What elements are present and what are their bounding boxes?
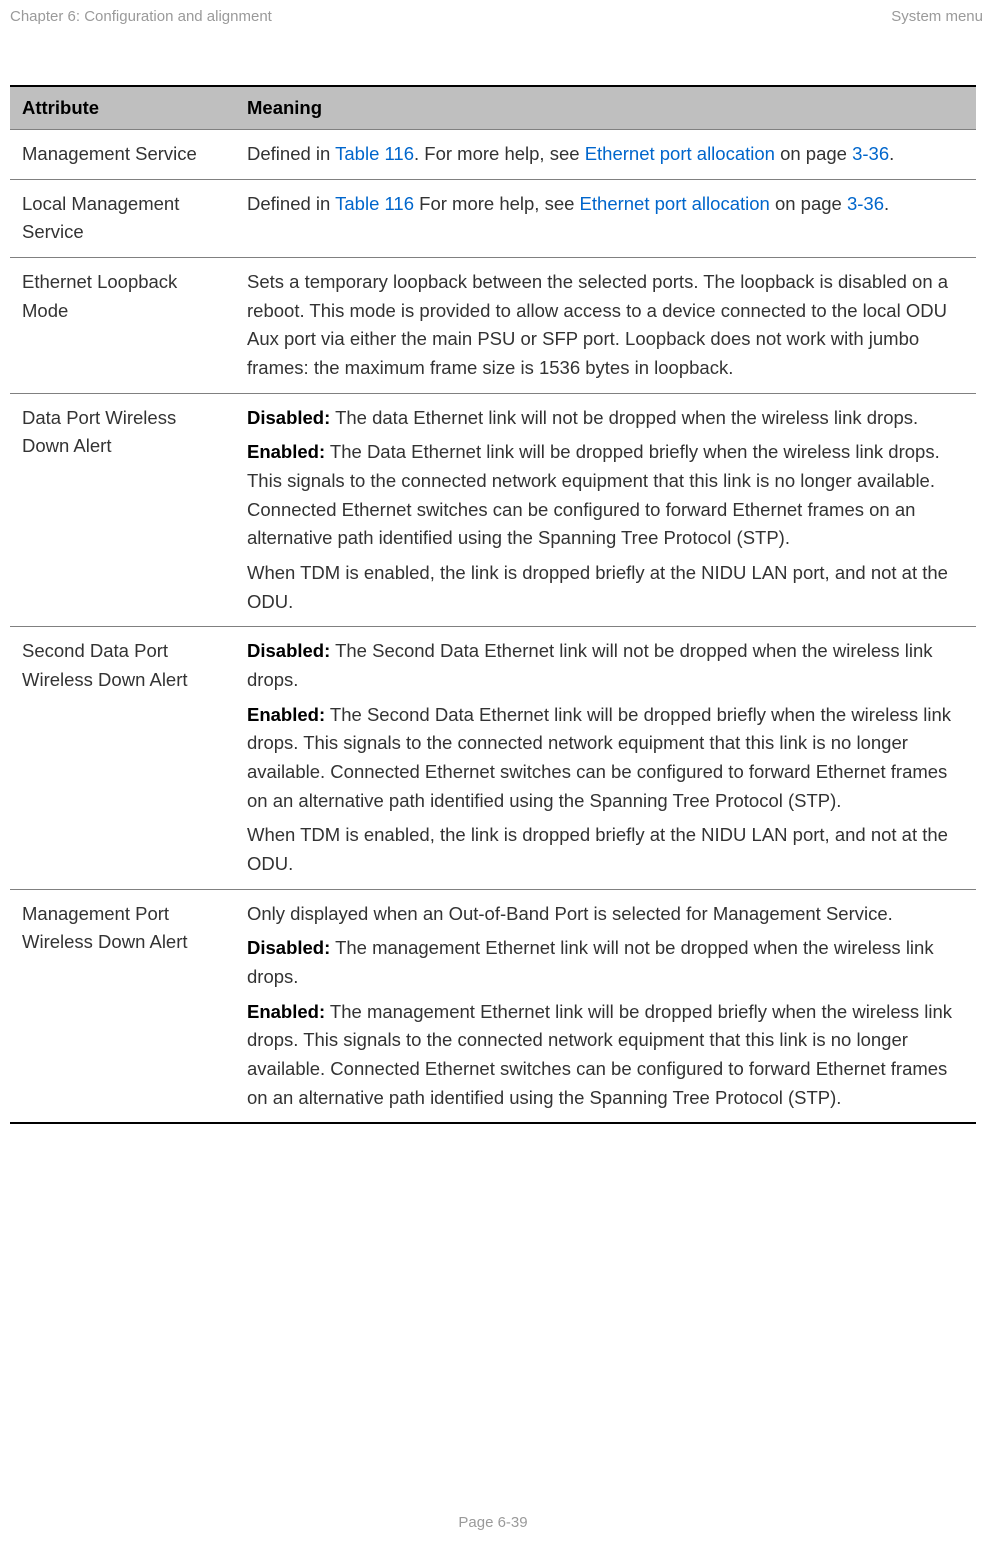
text: . (884, 193, 889, 214)
text: Defined in (247, 143, 335, 164)
table-row: Management Port Wireless Down Alert Only… (10, 889, 976, 1123)
link-ethernet-port-allocation[interactable]: Ethernet port allocation (580, 193, 770, 214)
header-left: Chapter 6: Configuration and alignment (10, 8, 272, 25)
table-row: Second Data Port Wireless Down Alert Dis… (10, 627, 976, 889)
text: . (889, 143, 894, 164)
text: The Second Data Ethernet link will not b… (247, 640, 933, 690)
cell-attribute: Ethernet Loopback Mode (10, 258, 235, 394)
text: Defined in (247, 193, 335, 214)
bold-label: Enabled: (247, 1001, 325, 1022)
paragraph: Sets a temporary loopback between the se… (247, 268, 966, 383)
cell-meaning: Only displayed when an Out-of-Band Port … (235, 889, 976, 1123)
link-table-116[interactable]: Table 116 (335, 193, 414, 214)
table-row: Ethernet Loopback Mode Sets a temporary … (10, 258, 976, 394)
cell-attribute: Second Data Port Wireless Down Alert (10, 627, 235, 889)
paragraph: Disabled: The management Ethernet link w… (247, 934, 966, 991)
header-attribute: Attribute (10, 86, 235, 130)
link-page-3-36[interactable]: 3-36 (852, 143, 889, 164)
text: on page (770, 193, 847, 214)
text: For more help, see (414, 193, 580, 214)
bold-label: Enabled: (247, 441, 325, 462)
bold-label: Disabled: (247, 640, 330, 661)
text: . For more help, see (414, 143, 585, 164)
paragraph: Enabled: The management Ethernet link wi… (247, 998, 966, 1113)
cell-attribute: Data Port Wireless Down Alert (10, 393, 235, 627)
content-area: Attribute Meaning Management Service Def… (0, 25, 986, 1124)
attribute-table: Attribute Meaning Management Service Def… (10, 85, 976, 1124)
header-right: System menu (891, 8, 983, 25)
page-header: Chapter 6: Configuration and alignment S… (0, 0, 986, 25)
paragraph: Disabled: The data Ethernet link will no… (247, 404, 966, 433)
text: on page (775, 143, 852, 164)
paragraph: Enabled: The Second Data Ethernet link w… (247, 701, 966, 816)
text: The data Ethernet link will not be dropp… (330, 407, 918, 428)
page-footer: Page 6-39 (0, 1514, 986, 1531)
text: The Second Data Ethernet link will be dr… (247, 704, 951, 811)
cell-meaning: Defined in Table 116. For more help, see… (235, 130, 976, 180)
cell-meaning: Defined in Table 116 For more help, see … (235, 179, 976, 257)
bold-label: Enabled: (247, 704, 325, 725)
cell-meaning: Sets a temporary loopback between the se… (235, 258, 976, 394)
table-row: Data Port Wireless Down Alert Disabled: … (10, 393, 976, 627)
text: The Data Ethernet link will be dropped b… (247, 441, 940, 548)
cell-attribute: Management Service (10, 130, 235, 180)
bold-label: Disabled: (247, 937, 330, 958)
cell-meaning: Disabled: The data Ethernet link will no… (235, 393, 976, 627)
table-row: Local Management Service Defined in Tabl… (10, 179, 976, 257)
bold-label: Disabled: (247, 407, 330, 428)
cell-attribute: Management Port Wireless Down Alert (10, 889, 235, 1123)
paragraph: Disabled: The Second Data Ethernet link … (247, 637, 966, 694)
table-header-row: Attribute Meaning (10, 86, 976, 130)
paragraph: When TDM is enabled, the link is dropped… (247, 821, 966, 878)
paragraph: Enabled: The Data Ethernet link will be … (247, 438, 966, 553)
paragraph: Only displayed when an Out-of-Band Port … (247, 900, 966, 929)
cell-attribute: Local Management Service (10, 179, 235, 257)
page-number: Page 6-39 (458, 1514, 527, 1531)
text: The management Ethernet link will not be… (247, 937, 934, 987)
link-table-116[interactable]: Table 116 (335, 143, 414, 164)
table-row: Management Service Defined in Table 116.… (10, 130, 976, 180)
header-meaning: Meaning (235, 86, 976, 130)
link-page-3-36[interactable]: 3-36 (847, 193, 884, 214)
paragraph: When TDM is enabled, the link is dropped… (247, 559, 966, 616)
text: The management Ethernet link will be dro… (247, 1001, 952, 1108)
cell-meaning: Disabled: The Second Data Ethernet link … (235, 627, 976, 889)
link-ethernet-port-allocation[interactable]: Ethernet port allocation (585, 143, 775, 164)
